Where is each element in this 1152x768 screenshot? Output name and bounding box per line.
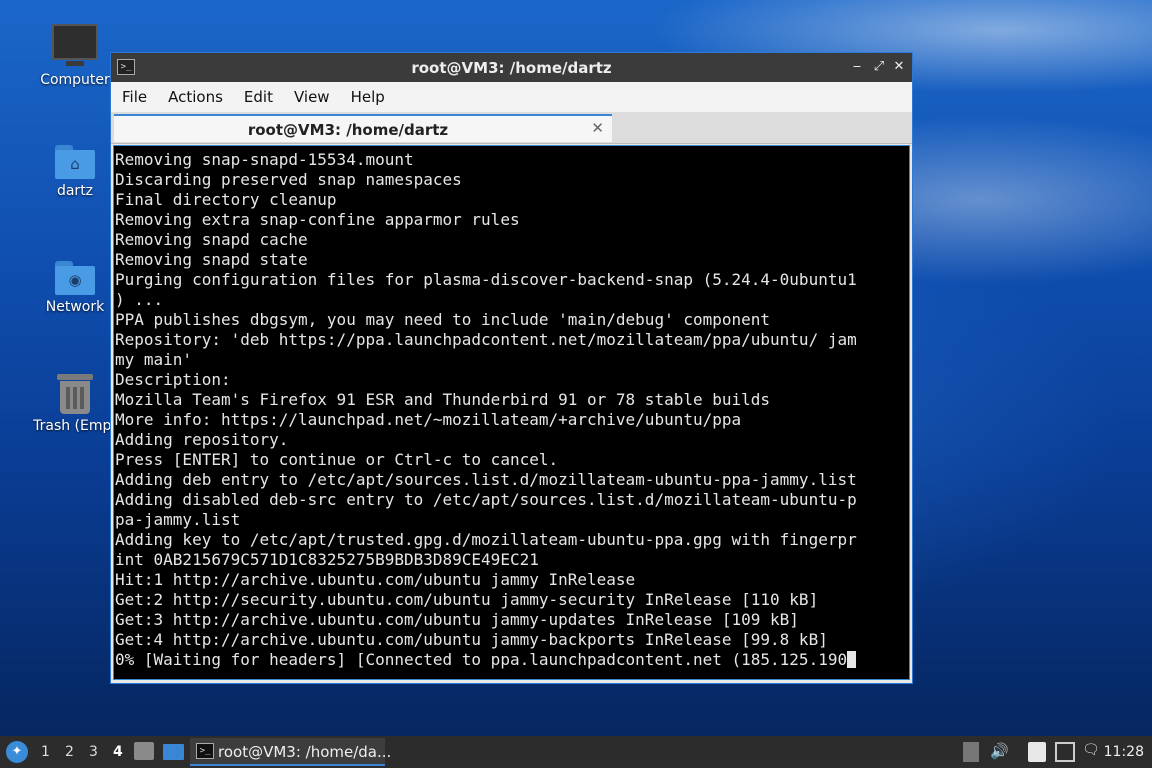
terminal-line: Adding key to /etc/apt/trusted.gpg.d/moz…	[115, 530, 857, 549]
terminal-line: Adding disabled deb-src entry to /etc/ap…	[115, 490, 857, 509]
workspace-2[interactable]: 2	[65, 744, 74, 760]
terminal-line: Removing snap-snapd-15534.mount	[115, 150, 414, 169]
menu-edit[interactable]: Edit	[233, 82, 283, 106]
terminal-line: 0% [Waiting for headers] [Connected to p…	[115, 650, 848, 669]
tab-terminal[interactable]: root@VM3: /home/dartz ✕	[114, 114, 612, 142]
terminal-line: Press [ENTER] to continue or Ctrl-c to c…	[115, 450, 559, 469]
volume-icon[interactable]: 🔊	[990, 742, 1010, 762]
menu-bar: File Actions Edit View Help	[111, 82, 912, 112]
home-folder-icon: ⌂	[55, 145, 95, 179]
desktop-icon-label: Computer	[40, 72, 110, 88]
terminal-line: Removing extra snap-confine apparmor rul…	[115, 210, 520, 229]
terminal-line: Repository: 'deb https://ppa.launchpadco…	[115, 330, 857, 349]
terminal-line: More info: https://launchpad.net/~mozill…	[115, 410, 742, 429]
terminal-output[interactable]: Removing snap-snapd-15534.mount Discardi…	[113, 145, 910, 680]
terminal-text: Removing snap-snapd-15534.mount Discardi…	[114, 146, 909, 670]
start-menu-button[interactable]: ✦	[6, 741, 28, 763]
terminal-line: PPA publishes dbgsym, you may need to in…	[115, 310, 771, 329]
desktop-icon-home-folder[interactable]: ⌂ dartz	[27, 145, 123, 199]
network-icon[interactable]	[1055, 742, 1075, 762]
menu-actions[interactable]: Actions	[157, 82, 233, 106]
show-desktop-icon[interactable]	[163, 744, 184, 760]
notification-icon[interactable]: 🗨	[1082, 742, 1100, 762]
terminal-line: Adding deb entry to /etc/apt/sources.lis…	[115, 470, 857, 489]
task-label: root@VM3: /home/da...	[218, 743, 392, 761]
terminal-line: my main'	[115, 350, 193, 369]
monitor-icon	[52, 24, 98, 66]
desktop-icon-label: dartz	[56, 183, 94, 199]
terminal-line: Adding repository.	[115, 430, 289, 449]
terminal-line: Get:2 http://security.ubuntu.com/ubuntu …	[115, 590, 819, 609]
menu-view[interactable]: View	[283, 82, 340, 106]
file-manager-launcher-icon[interactable]	[134, 742, 154, 760]
desktop-icon-label: Network	[45, 299, 105, 315]
taskbar: ✦ 1 2 3 4 >_ root@VM3: /home/da... 🔊 🗨 1…	[0, 736, 1152, 768]
desktop-icon-network[interactable]: ◉ Network	[27, 261, 123, 315]
terminal-line: int 0AB215679C571D1C8325275B9BDB3D89CE49…	[115, 550, 539, 569]
tab-title: root@VM3: /home/dartz	[247, 121, 449, 139]
desktop-icon-label: Trash (Empt	[33, 418, 117, 434]
network-folder-icon: ◉	[55, 261, 95, 295]
terminal-line: Hit:1 http://archive.ubuntu.com/ubuntu j…	[115, 570, 636, 589]
terminal-line: Removing snapd state	[115, 250, 308, 269]
window-titlebar[interactable]: >_ root@VM3: /home/dartz ‒ ⤢ ✕	[111, 53, 912, 82]
clock[interactable]: 11:28	[1104, 744, 1144, 760]
terminal-icon: >_	[196, 743, 214, 759]
tab-close-button[interactable]: ✕	[591, 119, 604, 137]
workspace-1[interactable]: 1	[41, 744, 50, 760]
terminal-line: Get:3 http://archive.ubuntu.com/ubuntu j…	[115, 610, 799, 629]
terminal-line: Mozilla Team's Firefox 91 ESR and Thunde…	[115, 390, 771, 409]
tab-bar: root@VM3: /home/dartz ✕	[111, 112, 912, 144]
menu-help[interactable]: Help	[340, 82, 395, 106]
maximize-button[interactable]: ⤢	[870, 58, 888, 76]
minimize-button[interactable]: ‒	[848, 58, 866, 76]
terminal-cursor	[847, 651, 857, 668]
menu-file[interactable]: File	[111, 82, 157, 106]
updates-icon[interactable]	[963, 742, 979, 762]
terminal-window: >_ root@VM3: /home/dartz ‒ ⤢ ✕ File Actio…	[110, 52, 913, 684]
desktop-icon-computer[interactable]: Computer	[27, 24, 123, 88]
workspace-4[interactable]: 4	[113, 744, 123, 760]
terminal-line: ) ...	[115, 290, 164, 309]
terminal-line: Discarding preserved snap namespaces	[115, 170, 462, 189]
taskbar-task-terminal[interactable]: >_ root@VM3: /home/da...	[190, 738, 391, 766]
terminal-line: Get:4 http://archive.ubuntu.com/ubuntu j…	[115, 630, 828, 649]
terminal-line: pa-jammy.list	[115, 510, 241, 529]
trash-icon	[57, 374, 93, 414]
window-title: root@VM3: /home/dartz	[411, 59, 612, 77]
close-button[interactable]: ✕	[890, 58, 908, 76]
workspace-3[interactable]: 3	[89, 744, 98, 760]
clipboard-icon[interactable]	[1028, 742, 1046, 762]
terminal-line: Removing snapd cache	[115, 230, 308, 249]
terminal-line: Purging configuration files for plasma-d…	[115, 270, 857, 289]
desktop-icon-trash[interactable]: Trash (Empt	[27, 374, 123, 434]
terminal-line: Description:	[115, 370, 231, 389]
terminal-line: Final directory cleanup	[115, 190, 337, 209]
